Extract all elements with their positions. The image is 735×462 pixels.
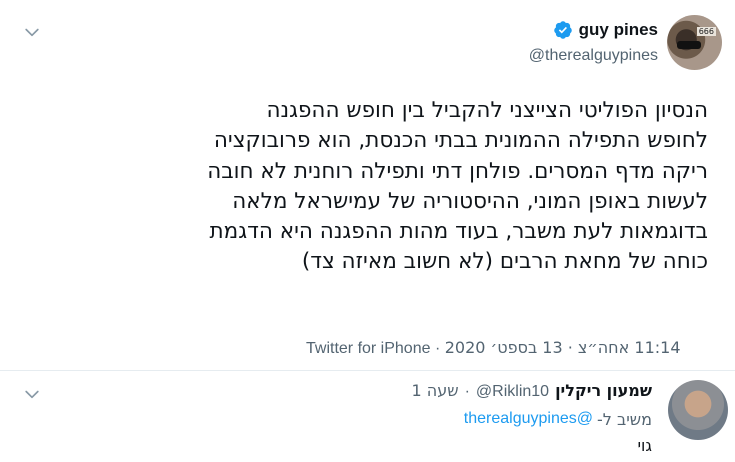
- replying-to-handle[interactable]: therealguypines@: [464, 410, 593, 429]
- author-handle[interactable]: @therealguypines: [529, 47, 658, 65]
- author-avatar[interactable]: 666: [667, 15, 722, 70]
- reply-display-name[interactable]: שמעון ריקלין: [555, 381, 652, 400]
- replying-to-label: משיב ל-: [597, 410, 652, 429]
- tweet-source[interactable]: Twitter for iPhone: [306, 340, 431, 357]
- reply-handle[interactable]: @Riklin10: [476, 383, 549, 401]
- divider: [0, 370, 735, 371]
- tweet-timestamp[interactable]: 11:14 אחה״צ · 13 בספט׳ 2020: [445, 338, 681, 357]
- verified-badge-icon: [553, 21, 572, 39]
- meta-separator: ·: [434, 340, 441, 357]
- reply-text: גוי: [637, 436, 652, 455]
- replying-to-line: therealguypines@ משיב ל-: [464, 410, 652, 429]
- reply-separator: ·: [464, 383, 470, 400]
- reply-chevron-down-icon[interactable]: [22, 384, 42, 404]
- reply-author-avatar[interactable]: [668, 380, 728, 440]
- reply-header: שעה 1 · @Riklin10 שמעון ריקלין: [412, 381, 653, 401]
- avatar-tag: 666: [696, 27, 716, 36]
- avatar-sunglasses: [677, 41, 701, 49]
- chevron-down-icon[interactable]: [22, 22, 42, 42]
- author-name-row: guy pines: [553, 20, 658, 40]
- tweet-text: הנסיון הפוליטי הצייצני להקביל בין חופש ה…: [207, 98, 708, 275]
- reply-time[interactable]: שעה 1: [412, 381, 459, 400]
- author-display-name[interactable]: guy pines: [579, 20, 658, 40]
- tweet-meta: Twitter for iPhone · 11:14 אחה״צ · 13 בס…: [306, 338, 681, 358]
